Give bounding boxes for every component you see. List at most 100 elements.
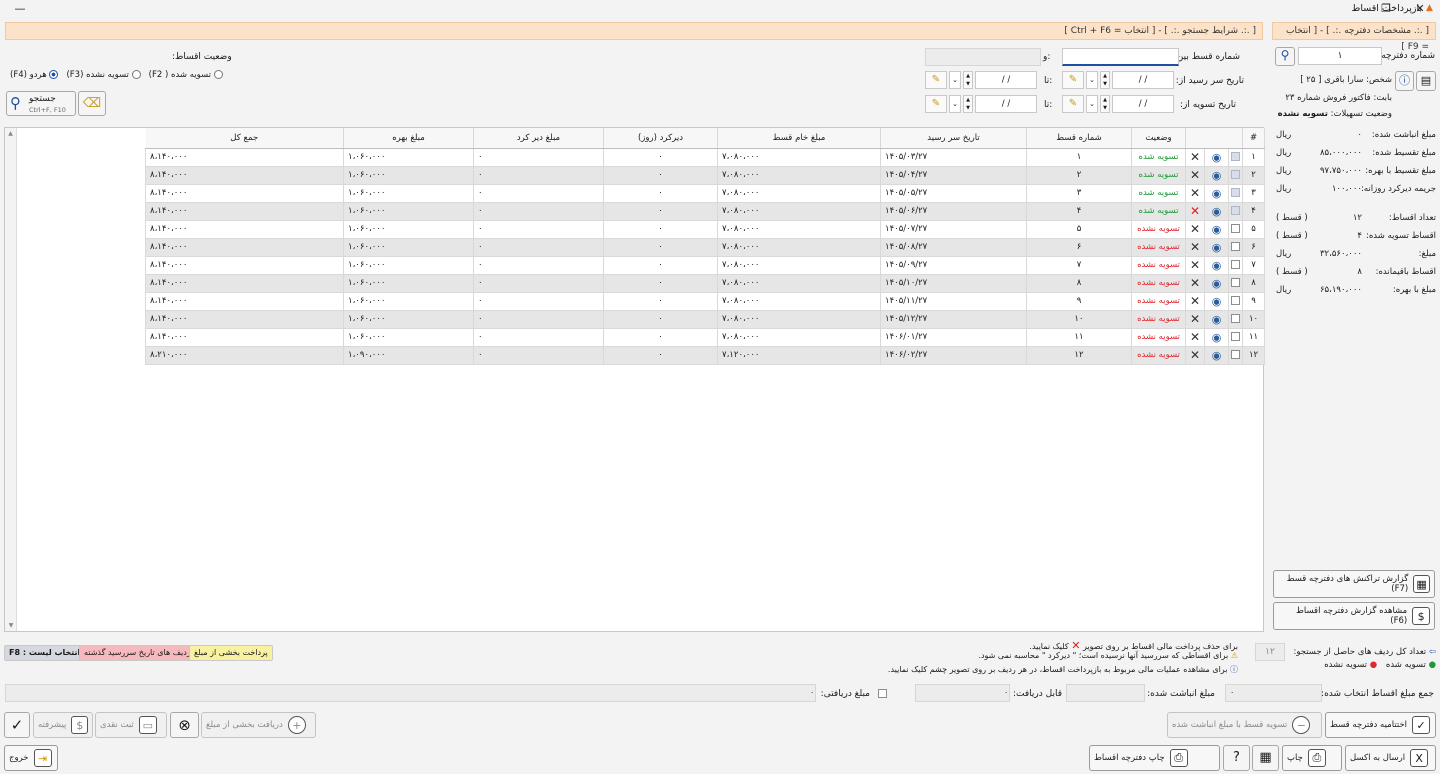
- eye-icon[interactable]: ◉: [1212, 205, 1222, 218]
- due-to-date[interactable]: ✎ ⌄ ▲ ▼ / /: [925, 71, 1037, 89]
- col-header-interest[interactable]: مبلغ بهره: [343, 128, 474, 149]
- row-checkbox[interactable]: [1231, 260, 1241, 269]
- row-delete-cell[interactable]: ✕: [1184, 291, 1206, 311]
- row-select-cell[interactable]: [1228, 165, 1244, 185]
- row-checkbox[interactable]: [1231, 170, 1241, 179]
- vertical-scrollbar[interactable]: ▲ ▼: [5, 128, 17, 631]
- row-view-cell[interactable]: ◉: [1204, 345, 1230, 365]
- delete-x-icon[interactable]: ✕: [1190, 330, 1200, 344]
- row-select-cell[interactable]: [1228, 345, 1244, 365]
- row-select-cell[interactable]: [1228, 309, 1244, 329]
- radio-selected-icon[interactable]: [49, 70, 59, 79]
- row-select-cell[interactable]: [1228, 183, 1244, 203]
- chevron-down-icon[interactable]: ⌄: [949, 95, 961, 113]
- search-button[interactable]: ⚲ جستجو Ctrl+F, F10: [6, 91, 76, 116]
- row-view-cell[interactable]: ◉: [1204, 201, 1230, 221]
- radio-unsettled[interactable]: تسویه نشده (F3): [66, 70, 141, 80]
- row-delete-cell[interactable]: ✕: [1184, 165, 1206, 185]
- calculator-button[interactable]: ▦: [1252, 745, 1279, 771]
- delete-x-icon[interactable]: ✕: [1190, 258, 1200, 272]
- row-view-cell[interactable]: ◉: [1204, 165, 1230, 185]
- book-no-input[interactable]: ۱: [1298, 47, 1382, 65]
- delete-x-icon[interactable]: ✕: [1190, 294, 1200, 308]
- eye-icon[interactable]: ◉: [1212, 169, 1222, 182]
- eye-icon[interactable]: ◉: [1212, 349, 1222, 362]
- eye-icon[interactable]: ◉: [1212, 295, 1222, 308]
- received-checkbox[interactable]: [878, 689, 887, 698]
- row-select-cell[interactable]: [1228, 201, 1244, 221]
- settle-to-date[interactable]: ✎ ⌄ ▲ ▼ / /: [925, 95, 1037, 113]
- help-button[interactable]: ?: [1223, 745, 1250, 771]
- table-row[interactable]: ۸ ◉ ✕ تسویه نشده ۸ ۱۴۰۵/۱۰/۲۷ ۷،۰۸۰،۰۰۰ ۰ ۰ ۱،۰۶۰…: [145, 273, 1266, 293]
- eye-icon[interactable]: ◉: [1212, 277, 1222, 290]
- row-select-cell[interactable]: [1228, 147, 1244, 167]
- col-header-delay-days[interactable]: دیرکرد (روز): [603, 128, 718, 149]
- table-row[interactable]: ۵ ◉ ✕ تسویه نشده ۵ ۱۴۰۵/۰۷/۲۷ ۷،۰۸۰،۰۰۰ ۰ ۰ ۱،۰۶۰…: [145, 219, 1266, 239]
- table-row[interactable]: ۶ ◉ ✕ تسویه نشده ۶ ۱۴۰۵/۰۸/۲۷ ۷،۰۸۰،۰۰۰ ۰ ۰ ۱،۰۶۰…: [145, 237, 1266, 257]
- eye-icon[interactable]: ◉: [1212, 241, 1222, 254]
- radio-both[interactable]: هردو (F4): [10, 70, 59, 80]
- row-delete-cell[interactable]: ✕: [1184, 327, 1206, 347]
- close-book-button[interactable]: ✓ اختتامیه دفترچه قسط: [1325, 712, 1436, 738]
- row-delete-cell[interactable]: ✕: [1184, 147, 1206, 167]
- row-select-cell[interactable]: [1228, 237, 1244, 257]
- table-row[interactable]: ۹ ◉ ✕ تسویه نشده ۹ ۱۴۰۵/۱۱/۲۷ ۷،۰۸۰،۰۰۰ ۰ ۰ ۱،۰۶۰…: [145, 291, 1266, 311]
- search-conditions-header[interactable]: [ .:. شرایط جستجو .:. ] - [ انتخاب = Ctr…: [5, 22, 1263, 40]
- delete-x-icon[interactable]: ✕: [1190, 168, 1200, 182]
- advanced-button[interactable]: $ پیشرفته: [33, 712, 93, 738]
- row-checkbox[interactable]: [1231, 332, 1241, 341]
- radio-settled[interactable]: تسویه شده ( F2): [149, 70, 223, 80]
- row-delete-cell[interactable]: ✕: [1184, 273, 1206, 293]
- row-checkbox[interactable]: [1231, 206, 1241, 215]
- row-checkbox[interactable]: [1231, 188, 1241, 197]
- delete-x-icon[interactable]: ✕: [1190, 348, 1200, 362]
- chevron-down-icon[interactable]: ⌄: [1086, 71, 1098, 89]
- transactions-report-button[interactable]: ▦ گزارش تراکنش های دفترچه قسط (F7): [1273, 570, 1435, 598]
- delete-x-icon[interactable]: ✕: [1190, 222, 1200, 236]
- col-header-installment-no[interactable]: شماره قسط: [1026, 128, 1132, 149]
- due-from-date[interactable]: ✎ ⌄ ▲ ▼ / /: [1062, 71, 1174, 89]
- partial-receive-button[interactable]: + دریافت بخشی از مبلغ: [201, 712, 316, 738]
- row-checkbox[interactable]: [1231, 350, 1241, 359]
- eye-icon[interactable]: ◉: [1212, 331, 1222, 344]
- cancel-button[interactable]: ⊗: [170, 712, 199, 738]
- row-select-cell[interactable]: [1228, 327, 1244, 347]
- close-button[interactable]: ✕: [1400, 0, 1440, 18]
- installment-to-input[interactable]: [925, 48, 1041, 66]
- row-checkbox[interactable]: [1231, 152, 1241, 161]
- minimize-button[interactable]: —: [0, 0, 40, 18]
- book-search-button[interactable]: ⚲: [1275, 47, 1295, 66]
- select-person-button[interactable]: ▤: [1416, 71, 1436, 91]
- row-select-cell[interactable]: [1228, 273, 1244, 293]
- settle-to-input[interactable]: / /: [975, 95, 1037, 113]
- chevron-down-icon[interactable]: ⌄: [1086, 95, 1098, 113]
- row-checkbox[interactable]: [1231, 242, 1241, 251]
- book-details-header[interactable]: [ .:. مشخصات دفترچه .:. ] - [ انتخاب = F…: [1272, 22, 1436, 52]
- row-select-cell[interactable]: [1228, 291, 1244, 311]
- col-header-row-number[interactable]: #: [1242, 128, 1266, 149]
- delete-x-icon[interactable]: ✕: [1190, 150, 1200, 164]
- eye-icon[interactable]: ◉: [1212, 151, 1222, 164]
- eraser-icon[interactable]: ✎: [1062, 71, 1084, 89]
- scroll-up-icon[interactable]: ▲: [5, 130, 16, 137]
- table-row[interactable]: ۱ ◉ ✕ تسویه شده ۱ ۱۴۰۵/۰۳/۲۷ ۷،۰۸۰،۰۰۰ ۰ ۰ ۱،۰۶۰،…: [145, 147, 1266, 167]
- confirm-button[interactable]: ✓: [4, 712, 30, 738]
- eraser-icon[interactable]: ✎: [1062, 95, 1084, 113]
- col-header-late-fee[interactable]: مبلغ دیر کرد: [473, 128, 604, 149]
- row-view-cell[interactable]: ◉: [1204, 273, 1230, 293]
- row-checkbox[interactable]: [1231, 278, 1241, 287]
- row-view-cell[interactable]: ◉: [1204, 237, 1230, 257]
- row-delete-cell[interactable]: ✕: [1184, 345, 1206, 365]
- scroll-down-icon[interactable]: ▼: [5, 622, 17, 629]
- settle-from-input[interactable]: / /: [1112, 95, 1174, 113]
- row-delete-cell[interactable]: ✕: [1184, 201, 1206, 221]
- row-delete-cell[interactable]: ✕: [1184, 183, 1206, 203]
- eye-icon[interactable]: ◉: [1212, 259, 1222, 272]
- received-value[interactable]: ۰: [5, 684, 816, 702]
- row-view-cell[interactable]: ◉: [1204, 219, 1230, 239]
- radio-icon[interactable]: [213, 70, 223, 79]
- col-header-raw-amount[interactable]: مبلغ خام قسط: [717, 128, 881, 149]
- export-excel-button[interactable]: X ارسال به اکسل: [1345, 745, 1436, 771]
- col-header-total[interactable]: جمع کل: [145, 128, 344, 149]
- row-delete-cell[interactable]: ✕: [1184, 219, 1206, 239]
